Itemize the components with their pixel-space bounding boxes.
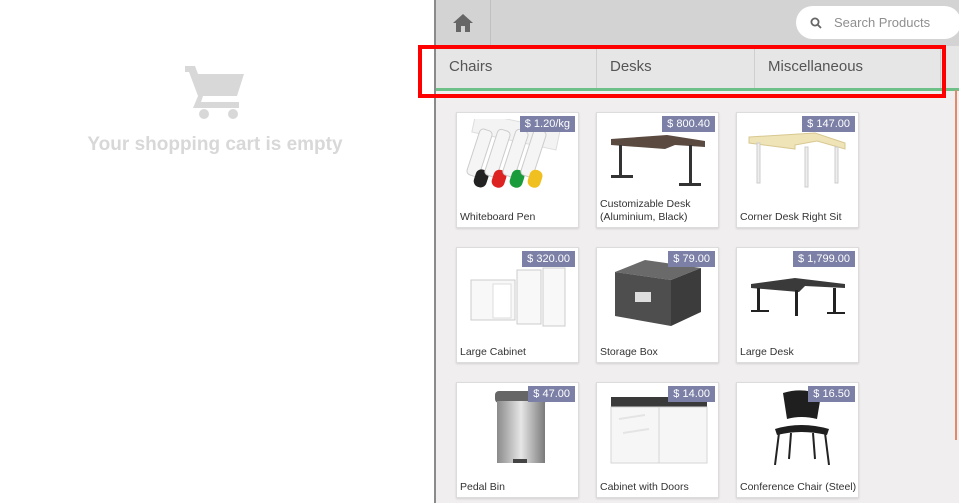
product-name: Conference Chair (Steel) [740, 481, 857, 493]
product-price: $ 147.00 [802, 116, 855, 132]
right-edge-line [955, 90, 957, 440]
product-card-pedal-bin[interactable]: $ 47.00 Pedal Bin [456, 382, 579, 498]
cart-empty-message: Your shopping cart is empty [87, 134, 343, 155]
product-price: $ 16.50 [808, 386, 855, 402]
category-desks[interactable]: Desks [597, 46, 755, 88]
product-card-cabinet-doors[interactable]: $ 14.00 Cabinet with Doors [596, 382, 719, 498]
product-name: Customizable Desk (Aluminium, Black) [600, 198, 691, 223]
product-name: Whiteboard Pen [460, 211, 536, 223]
product-price: $ 14.00 [668, 386, 715, 402]
home-icon [453, 14, 473, 32]
cart-pane: Your shopping cart is empty [0, 0, 435, 503]
products-pane: Chairs Desks Miscellaneous $ 1.20/kg Whi… [436, 0, 959, 503]
product-name: Storage Box [600, 346, 658, 358]
product-price: $ 1,799.00 [793, 251, 855, 267]
category-chairs[interactable]: Chairs [436, 46, 597, 88]
search-icon [810, 17, 822, 29]
category-bar: Chairs Desks Miscellaneous [436, 46, 959, 91]
shopping-cart-icon [185, 66, 244, 119]
product-price: $ 320.00 [522, 251, 575, 267]
product-card-large-desk[interactable]: $ 1,799.00 Large Desk [736, 247, 859, 363]
category-miscellaneous[interactable]: Miscellaneous [755, 46, 941, 88]
product-card-customizable-desk[interactable]: $ 800.40 Customizable Desk (Aluminium, B… [596, 112, 719, 228]
product-name: Large Cabinet [460, 346, 526, 358]
product-price: $ 800.40 [662, 116, 715, 132]
cart-empty-state: Your shopping cart is empty [0, 60, 430, 156]
product-card-whiteboard-pen[interactable]: $ 1.20/kg Whiteboard Pen [456, 112, 579, 228]
product-card-storage-box[interactable]: $ 79.00 Storage Box [596, 247, 719, 363]
product-card-corner-desk[interactable]: $ 147.00 Corner Desk Right Sit [736, 112, 859, 228]
product-name: Corner Desk Right Sit [740, 211, 842, 223]
product-name: Large Desk [740, 346, 794, 358]
product-name: Cabinet with Doors [600, 481, 689, 493]
search-box[interactable] [796, 6, 959, 39]
product-card-large-cabinet[interactable]: $ 320.00 Large Cabinet [456, 247, 579, 363]
product-price: $ 47.00 [528, 386, 575, 402]
search-input[interactable] [834, 15, 954, 30]
product-topbar [436, 0, 959, 46]
product-price: $ 79.00 [668, 251, 715, 267]
pos-screen: Your shopping cart is empty Chairs Desks [0, 0, 959, 503]
product-name: Pedal Bin [460, 481, 505, 493]
product-card-conference-chair[interactable]: $ 16.50 Conference Chair (Steel) [736, 382, 859, 498]
product-price: $ 1.20/kg [519, 116, 575, 132]
home-button[interactable] [436, 0, 491, 46]
